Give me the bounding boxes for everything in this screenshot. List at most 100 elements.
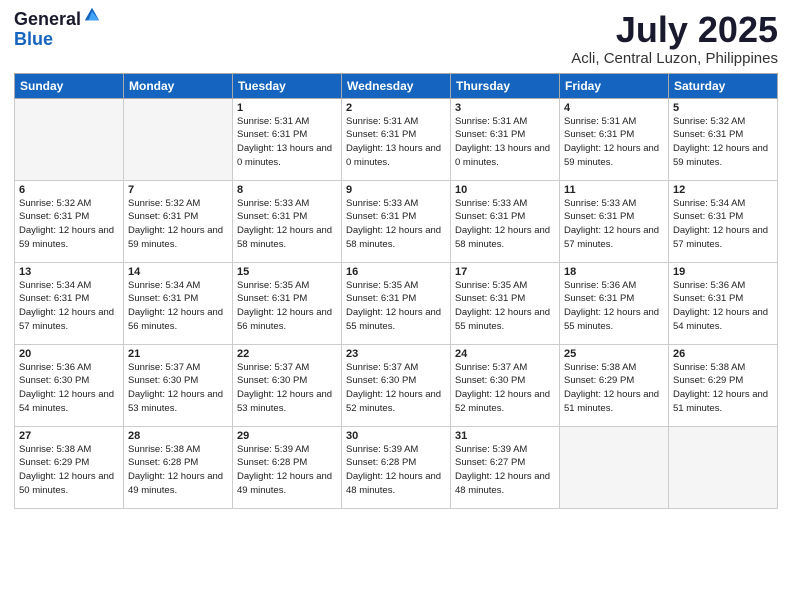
day-info: Sunrise: 5:36 AMSunset: 6:30 PMDaylight:… [19,361,119,416]
day-info: Sunrise: 5:32 AMSunset: 6:31 PMDaylight:… [19,197,119,252]
title-section: July 2025 Acli, Central Luzon, Philippin… [571,10,778,67]
col-monday: Monday [124,73,233,98]
logo: General Blue [14,10,101,50]
table-row: 14Sunrise: 5:34 AMSunset: 6:31 PMDayligh… [124,262,233,344]
table-row: 11Sunrise: 5:33 AMSunset: 6:31 PMDayligh… [560,180,669,262]
calendar-week-row: 13Sunrise: 5:34 AMSunset: 6:31 PMDayligh… [15,262,778,344]
day-info: Sunrise: 5:33 AMSunset: 6:31 PMDaylight:… [564,197,664,252]
table-row: 5Sunrise: 5:32 AMSunset: 6:31 PMDaylight… [669,98,778,180]
day-info: Sunrise: 5:35 AMSunset: 6:31 PMDaylight:… [455,279,555,334]
table-row: 24Sunrise: 5:37 AMSunset: 6:30 PMDayligh… [451,344,560,426]
day-number: 15 [237,266,337,278]
day-number: 13 [19,266,119,278]
day-info: Sunrise: 5:31 AMSunset: 6:31 PMDaylight:… [346,115,446,170]
col-saturday: Saturday [669,73,778,98]
table-row: 8Sunrise: 5:33 AMSunset: 6:31 PMDaylight… [233,180,342,262]
day-number: 14 [128,266,228,278]
day-number: 24 [455,348,555,360]
day-info: Sunrise: 5:34 AMSunset: 6:31 PMDaylight:… [19,279,119,334]
calendar-week-row: 6Sunrise: 5:32 AMSunset: 6:31 PMDaylight… [15,180,778,262]
table-row: 9Sunrise: 5:33 AMSunset: 6:31 PMDaylight… [342,180,451,262]
calendar-table: Sunday Monday Tuesday Wednesday Thursday… [14,73,778,509]
month-title: July 2025 [571,10,778,50]
day-info: Sunrise: 5:35 AMSunset: 6:31 PMDaylight:… [237,279,337,334]
day-info: Sunrise: 5:36 AMSunset: 6:31 PMDaylight:… [564,279,664,334]
day-info: Sunrise: 5:33 AMSunset: 6:31 PMDaylight:… [455,197,555,252]
table-row: 3Sunrise: 5:31 AMSunset: 6:31 PMDaylight… [451,98,560,180]
day-number: 21 [128,348,228,360]
calendar-week-row: 20Sunrise: 5:36 AMSunset: 6:30 PMDayligh… [15,344,778,426]
day-info: Sunrise: 5:31 AMSunset: 6:31 PMDaylight:… [237,115,337,170]
day-info: Sunrise: 5:39 AMSunset: 6:27 PMDaylight:… [455,443,555,498]
table-row [669,426,778,508]
table-row: 21Sunrise: 5:37 AMSunset: 6:30 PMDayligh… [124,344,233,426]
day-info: Sunrise: 5:35 AMSunset: 6:31 PMDaylight:… [346,279,446,334]
day-info: Sunrise: 5:38 AMSunset: 6:29 PMDaylight:… [19,443,119,498]
page: General Blue July 2025 Acli, Central Luz… [0,0,792,612]
day-info: Sunrise: 5:37 AMSunset: 6:30 PMDaylight:… [128,361,228,416]
table-row: 25Sunrise: 5:38 AMSunset: 6:29 PMDayligh… [560,344,669,426]
day-number: 7 [128,184,228,196]
table-row [124,98,233,180]
day-info: Sunrise: 5:36 AMSunset: 6:31 PMDaylight:… [673,279,773,334]
table-row: 10Sunrise: 5:33 AMSunset: 6:31 PMDayligh… [451,180,560,262]
calendar-week-row: 1Sunrise: 5:31 AMSunset: 6:31 PMDaylight… [15,98,778,180]
day-number: 30 [346,430,446,442]
table-row: 16Sunrise: 5:35 AMSunset: 6:31 PMDayligh… [342,262,451,344]
table-row: 29Sunrise: 5:39 AMSunset: 6:28 PMDayligh… [233,426,342,508]
col-tuesday: Tuesday [233,73,342,98]
table-row: 20Sunrise: 5:36 AMSunset: 6:30 PMDayligh… [15,344,124,426]
table-row: 12Sunrise: 5:34 AMSunset: 6:31 PMDayligh… [669,180,778,262]
table-row [560,426,669,508]
day-number: 26 [673,348,773,360]
day-info: Sunrise: 5:33 AMSunset: 6:31 PMDaylight:… [346,197,446,252]
table-row: 17Sunrise: 5:35 AMSunset: 6:31 PMDayligh… [451,262,560,344]
day-number: 3 [455,102,555,114]
day-info: Sunrise: 5:37 AMSunset: 6:30 PMDaylight:… [455,361,555,416]
table-row: 13Sunrise: 5:34 AMSunset: 6:31 PMDayligh… [15,262,124,344]
day-number: 27 [19,430,119,442]
day-info: Sunrise: 5:38 AMSunset: 6:29 PMDaylight:… [564,361,664,416]
day-number: 28 [128,430,228,442]
day-number: 23 [346,348,446,360]
day-number: 6 [19,184,119,196]
day-number: 29 [237,430,337,442]
calendar-header-row: Sunday Monday Tuesday Wednesday Thursday… [15,73,778,98]
day-number: 22 [237,348,337,360]
table-row: 7Sunrise: 5:32 AMSunset: 6:31 PMDaylight… [124,180,233,262]
day-number: 20 [19,348,119,360]
day-info: Sunrise: 5:31 AMSunset: 6:31 PMDaylight:… [455,115,555,170]
table-row: 2Sunrise: 5:31 AMSunset: 6:31 PMDaylight… [342,98,451,180]
day-number: 16 [346,266,446,278]
day-number: 2 [346,102,446,114]
day-number: 18 [564,266,664,278]
day-info: Sunrise: 5:37 AMSunset: 6:30 PMDaylight:… [237,361,337,416]
day-number: 25 [564,348,664,360]
calendar-week-row: 27Sunrise: 5:38 AMSunset: 6:29 PMDayligh… [15,426,778,508]
day-info: Sunrise: 5:31 AMSunset: 6:31 PMDaylight:… [564,115,664,170]
day-info: Sunrise: 5:32 AMSunset: 6:31 PMDaylight:… [128,197,228,252]
day-number: 9 [346,184,446,196]
day-info: Sunrise: 5:38 AMSunset: 6:29 PMDaylight:… [673,361,773,416]
day-number: 17 [455,266,555,278]
day-info: Sunrise: 5:39 AMSunset: 6:28 PMDaylight:… [346,443,446,498]
col-thursday: Thursday [451,73,560,98]
day-number: 11 [564,184,664,196]
table-row: 4Sunrise: 5:31 AMSunset: 6:31 PMDaylight… [560,98,669,180]
table-row: 6Sunrise: 5:32 AMSunset: 6:31 PMDaylight… [15,180,124,262]
day-number: 1 [237,102,337,114]
table-row: 23Sunrise: 5:37 AMSunset: 6:30 PMDayligh… [342,344,451,426]
table-row: 26Sunrise: 5:38 AMSunset: 6:29 PMDayligh… [669,344,778,426]
table-row: 27Sunrise: 5:38 AMSunset: 6:29 PMDayligh… [15,426,124,508]
day-number: 12 [673,184,773,196]
day-number: 10 [455,184,555,196]
col-wednesday: Wednesday [342,73,451,98]
day-info: Sunrise: 5:39 AMSunset: 6:28 PMDaylight:… [237,443,337,498]
table-row: 31Sunrise: 5:39 AMSunset: 6:27 PMDayligh… [451,426,560,508]
day-number: 8 [237,184,337,196]
day-number: 4 [564,102,664,114]
header: General Blue July 2025 Acli, Central Luz… [14,10,778,67]
day-number: 5 [673,102,773,114]
day-number: 19 [673,266,773,278]
table-row: 19Sunrise: 5:36 AMSunset: 6:31 PMDayligh… [669,262,778,344]
